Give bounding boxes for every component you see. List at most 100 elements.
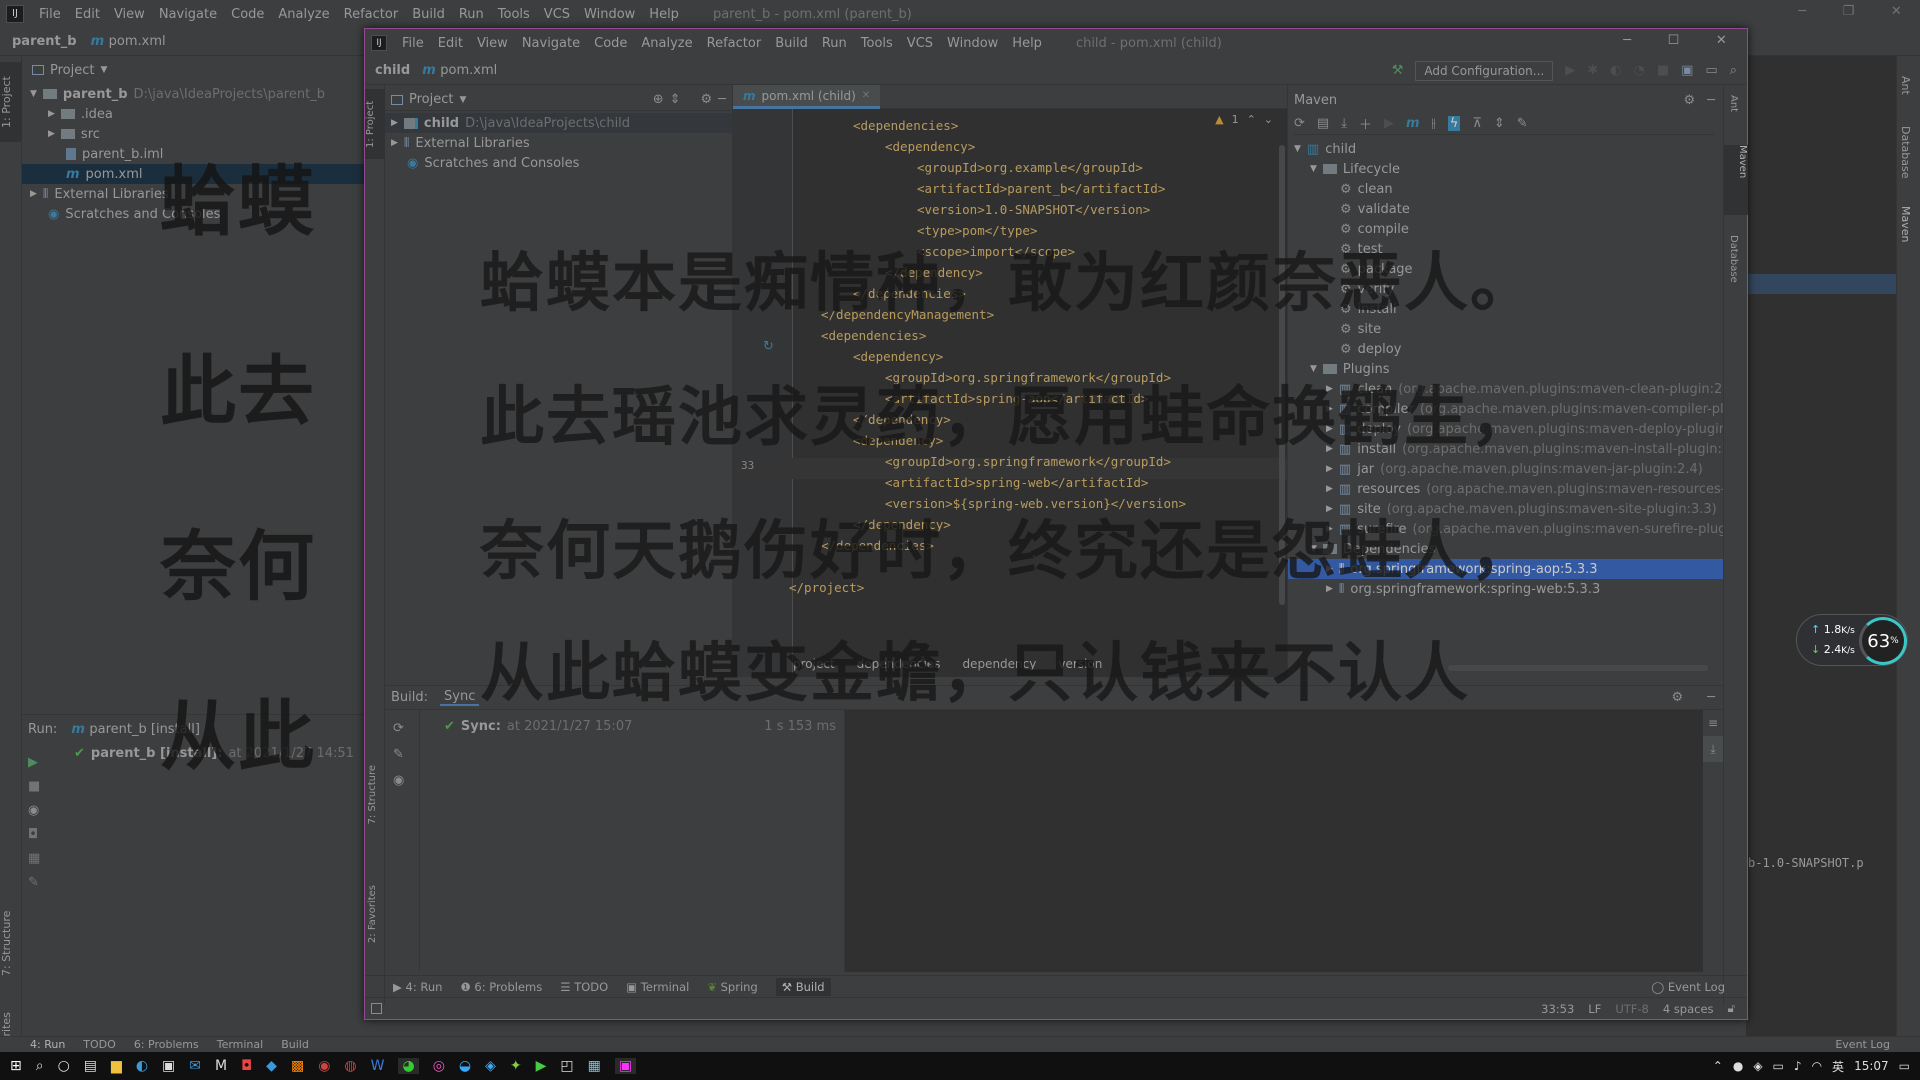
build-console[interactable] [845, 710, 1703, 972]
maven-plugin-resources[interactable]: ▶ ▥ resources (org.apache.maven.plugins:mav… [1288, 479, 1723, 499]
bg-project-label[interactable]: Project [50, 63, 94, 78]
close-icon[interactable]: ✕ [1891, 4, 1902, 24]
fg-menu-run[interactable]: Run [815, 36, 854, 51]
qq-browser-icon[interactable]: ◒ [459, 1058, 471, 1074]
bg-tree-row-src[interactable]: ▶ src [22, 124, 364, 144]
maven-goal-test[interactable]: ⚙ test [1288, 239, 1723, 259]
maven-goal-verify[interactable]: ⚙ verify [1288, 279, 1723, 299]
fg-tree-row-scratches[interactable]: ◉ Scratches and Consoles [385, 153, 732, 173]
maven-goal-compile[interactable]: ⚙ compile [1288, 219, 1723, 239]
bg-menu-view[interactable]: View [107, 7, 152, 22]
collapse-icon[interactable]: ⇕ [670, 92, 681, 107]
ime-indicator[interactable]: 英 [1832, 1058, 1844, 1075]
bg-menu-window[interactable]: Window [577, 7, 642, 22]
fg-menu-view[interactable]: View [470, 36, 515, 51]
project-structure-icon[interactable]: ▣ [1681, 63, 1693, 78]
fg-stripe-maven-tab[interactable]: Maven [1724, 145, 1748, 215]
maven-dependency-spring-web[interactable]: ▶ ⫴ org.springframework:spring-web:5.3.3 [1288, 579, 1723, 599]
bg-menu-edit[interactable]: Edit [68, 7, 107, 22]
app-icon[interactable]: ◰ [560, 1058, 573, 1074]
app-icon[interactable]: ▩ [291, 1058, 304, 1074]
fg-menu-vcs[interactable]: VCS [900, 36, 940, 51]
typora-icon[interactable]: Ⅿ [215, 1058, 227, 1074]
bg-tab-build[interactable]: Build [281, 1038, 309, 1051]
gear-icon[interactable]: ⚙ [1672, 690, 1684, 705]
skip-tests-icon[interactable]: ϟ [1447, 116, 1461, 131]
tray-app-icon[interactable]: ● [1733, 1059, 1743, 1073]
fg-tab-terminal[interactable]: ▣ Terminal [626, 980, 689, 994]
hide-icon[interactable]: ─ [1707, 93, 1715, 108]
notification-icon[interactable]: ▭ [1899, 1059, 1910, 1073]
bg-stripe-database-tab[interactable]: Database [1899, 126, 1912, 179]
download-icon[interactable]: ⤓ [1341, 116, 1347, 131]
bg-stripe-structure-tab[interactable]: 7: Structure [0, 896, 22, 976]
maven-plugin-site[interactable]: ▶ ▥ site (org.apache.maven.plugins:maven-si… [1288, 499, 1723, 519]
maven-plugin-compiler[interactable]: ▶ ▥ compiler (org.apache.maven.plugins:mave… [1288, 399, 1723, 419]
build-sync-item[interactable]: ✔ Sync: at 2021/1/27 15:07 1 s 153 ms [420, 716, 844, 736]
wechat-icon[interactable]: ◕ [398, 1058, 419, 1074]
bg-tree-row-scratches[interactable]: ◉ Scratches and Consoles [22, 204, 364, 224]
fg-tab-todo[interactable]: ☰ TODO [560, 980, 608, 994]
status-encoding[interactable]: UTF-8 [1615, 1002, 1649, 1016]
fg-stripe-database-tab[interactable]: Database [1728, 235, 1739, 283]
generate-sources-icon[interactable]: ▤ [1317, 116, 1329, 131]
app-icon[interactable]: ◉ [318, 1058, 330, 1074]
maven-goal-clean[interactable]: ⚙ clean [1288, 179, 1723, 199]
bg-tab-run[interactable]: 4: Run [30, 1038, 65, 1051]
bg-menu-refactor[interactable]: Refactor [337, 7, 406, 22]
hide-icon[interactable]: ─ [718, 92, 726, 107]
add-icon[interactable]: ＋ [1359, 114, 1372, 133]
search-icon[interactable]: ⌕ [36, 1058, 44, 1074]
execute-goal-icon[interactable]: m [1406, 116, 1420, 131]
fg-tab-spring[interactable]: ❦ Spring [707, 980, 757, 994]
fg-menu-refactor[interactable]: Refactor [700, 36, 769, 51]
scroll-to-end-icon[interactable]: ⤓ [1703, 736, 1723, 762]
fg-menu-edit[interactable]: Edit [431, 36, 470, 51]
collapse-all-icon[interactable]: ⇕ [1494, 116, 1505, 131]
bg-tree-row-external-libraries[interactable]: ▶ ⫴ External Libraries [22, 184, 364, 204]
maven-goal-validate[interactable]: ⚙ validate [1288, 199, 1723, 219]
toggle-offline-icon[interactable]: ⫲ [1432, 116, 1436, 131]
bg-event-log[interactable]: Event Log [1835, 1038, 1890, 1051]
tray-shield-icon[interactable]: ◈ [1753, 1059, 1762, 1073]
netease-music-icon[interactable]: ◍ [344, 1058, 356, 1074]
status-line-separator[interactable]: LF [1588, 1002, 1601, 1016]
eye-icon[interactable]: ◉ [393, 768, 411, 794]
fg-menu-navigate[interactable]: Navigate [515, 36, 587, 51]
show-dependencies-icon[interactable]: ⊼ [1472, 116, 1482, 131]
gear-icon[interactable]: ⚙ [701, 92, 713, 107]
rerun-icon[interactable]: ▶ [28, 751, 46, 775]
stop-icon[interactable]: ■ [28, 775, 46, 799]
fg-stripe-project-tab[interactable]: 1: Project [365, 89, 385, 159]
hammer-icon[interactable]: ⚒ [1392, 63, 1404, 78]
maven-plugins-node[interactable]: ▼ Plugins [1288, 359, 1723, 379]
volume-icon[interactable]: ♪ [1794, 1059, 1802, 1073]
bg-tab-problems[interactable]: 6: Problems [134, 1038, 199, 1051]
fg-tab-problems[interactable]: ❶ 6: Problems [460, 980, 542, 994]
network-speed-widget[interactable]: ↑ 1.8K/s ↓ 2.4K/s 63% [1796, 614, 1908, 666]
toggle-tool-windows-icon[interactable] [371, 1003, 382, 1014]
run-icon[interactable]: ▶ [1565, 63, 1575, 78]
bg-menu-run[interactable]: Run [452, 7, 491, 22]
layout-icon[interactable]: ▦ [28, 847, 46, 871]
bg-breadcrumb-project[interactable]: parent_b [12, 34, 77, 49]
maven-plugin-install[interactable]: ▶ ▥ install (org.apache.maven.plugins:maven… [1288, 439, 1723, 459]
bg-tree-row-idea[interactable]: ▶ .idea [22, 104, 364, 124]
editor-breadcrumb-version[interactable]: version [1058, 657, 1102, 671]
bg-tree-row-parent-b[interactable]: ▼ parent_b D:\java\IdeaProjects\parent_b [22, 84, 364, 104]
bg-menu-vcs[interactable]: VCS [537, 7, 577, 22]
minimize-icon[interactable]: ─ [1623, 33, 1631, 53]
profile-icon[interactable]: ◔ [1633, 63, 1644, 78]
bg-breadcrumb-file[interactable]: m pom.xml [91, 34, 166, 49]
editor-breadcrumb-project[interactable]: project [793, 657, 835, 671]
bg-stripe-maven-tab[interactable]: Maven [1899, 206, 1912, 242]
mail-icon[interactable]: ✉ [189, 1058, 201, 1074]
bg-menu-code[interactable]: Code [224, 7, 271, 22]
add-configuration-button[interactable]: Add Configuration... [1415, 60, 1554, 81]
fg-menu-build[interactable]: Build [768, 36, 815, 51]
fg-code-area[interactable]: <dependencies> <dependency> <groupId>org… [789, 115, 1273, 655]
fg-stripe-structure-tab[interactable]: 7: Structure [367, 765, 378, 824]
reload-icon[interactable]: ⟳ [393, 716, 411, 742]
lock-icon[interactable]: 🔓︎ [1728, 1001, 1735, 1016]
editor-scrollbar[interactable] [1279, 145, 1285, 605]
